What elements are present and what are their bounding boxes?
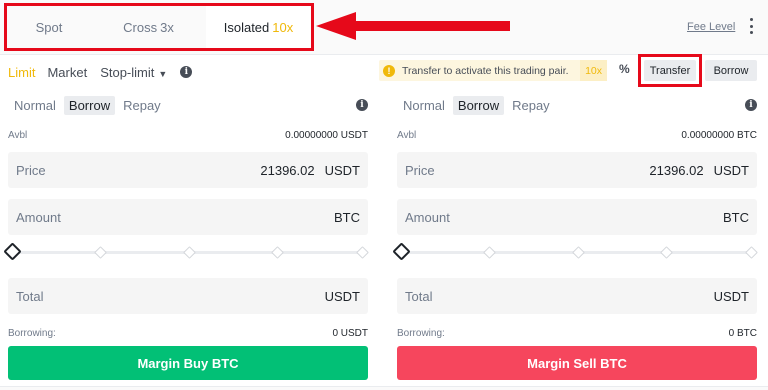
info-icon[interactable]: i: [180, 66, 193, 78]
sell-avbl-value: 0.00000000 BTC: [681, 130, 757, 141]
fee-level-link[interactable]: Fee Level: [687, 21, 735, 33]
sell-mode-borrow[interactable]: Borrow: [452, 95, 505, 115]
sell-mode-selector: Normal Borrow Repay i: [397, 94, 757, 116]
sell-amount-field[interactable]: Amount BTC: [397, 199, 757, 235]
sell-slider-tick-100[interactable]: [745, 246, 758, 259]
sell-borrowing: Borrowing: 0 BTC: [397, 328, 757, 340]
buy-avbl-value: 0.00000000 USDT: [285, 130, 368, 141]
buy-slider-handle[interactable]: [3, 242, 22, 261]
sell-panel: Normal Borrow Repay i Avbl 0.00000000 BT…: [392, 94, 758, 380]
buy-slider-tick-50[interactable]: [183, 246, 196, 259]
sell-price-label: Price: [405, 162, 435, 178]
margin-mode-bar: Spot Cross 3x Isolated 10x Fee Level: [0, 0, 768, 55]
buy-borrowing: Borrowing: 0 USDT: [8, 328, 368, 340]
buy-mode-repay[interactable]: Repay: [123, 98, 161, 113]
sell-mode-repay[interactable]: Repay: [512, 98, 550, 113]
sell-available: Avbl 0.00000000 BTC: [397, 130, 757, 142]
sell-borrowing-label: Borrowing:: [397, 328, 445, 339]
caret-down-icon: ▼: [158, 68, 168, 79]
buy-price-label: Price: [16, 162, 46, 178]
buy-mode-normal[interactable]: Normal: [14, 98, 56, 113]
buy-amount-field[interactable]: Amount BTC: [8, 199, 368, 235]
borrow-button[interactable]: Borrow: [705, 60, 757, 81]
buy-info-icon[interactable]: i: [356, 99, 368, 111]
transfer-button[interactable]: Transfer: [644, 60, 696, 81]
order-type-selector: Limit Market Stop-limit ▼ i: [8, 64, 193, 80]
margin-buy-button[interactable]: Margin Buy BTC: [8, 346, 368, 380]
sell-mode-normal[interactable]: Normal: [403, 98, 445, 113]
tab-cross-label: Cross: [123, 19, 158, 35]
order-type-limit[interactable]: Limit: [8, 65, 35, 80]
tab-cross-leverage: 3x: [160, 19, 174, 35]
notice-text: Transfer to activate this trading pair.: [402, 64, 569, 77]
warning-icon: !: [383, 64, 395, 77]
buy-price-field[interactable]: Price 21396.02 USDT: [8, 152, 368, 188]
tab-spot[interactable]: Spot: [7, 6, 91, 48]
order-type-market[interactable]: Market: [47, 65, 87, 80]
sell-amount-label: Amount: [405, 209, 450, 225]
buy-price-value: 21396.02: [260, 162, 315, 178]
buy-total-field[interactable]: Total USDT: [8, 278, 368, 314]
buy-available: Avbl 0.00000000 USDT: [8, 130, 368, 142]
order-type-stop-limit[interactable]: Stop-limit ▼: [100, 65, 167, 80]
buy-amount-label: Amount: [16, 209, 61, 225]
sell-amount-unit: BTC: [723, 209, 749, 225]
sell-slider-handle[interactable]: [392, 242, 411, 261]
stop-limit-label: Stop-limit: [100, 64, 155, 80]
bottom-divider: [0, 386, 768, 390]
more-options-icon[interactable]: [748, 18, 754, 34]
sell-price-unit: USDT: [713, 162, 749, 178]
tab-isolated-leverage: 10x: [272, 19, 294, 35]
percent-icon[interactable]: %: [619, 62, 630, 76]
sell-percent-slider[interactable]: [392, 242, 758, 262]
sell-slider-tick-75[interactable]: [660, 246, 673, 259]
notice-leverage: 10x: [580, 60, 607, 81]
buy-borrowing-label: Borrowing:: [8, 328, 56, 339]
buy-percent-slider[interactable]: [3, 242, 369, 262]
buy-total-unit: USDT: [324, 288, 360, 304]
buy-mode-borrow[interactable]: Borrow: [63, 95, 116, 115]
sell-price-value: 21396.02: [649, 162, 704, 178]
buy-slider-tick-100[interactable]: [356, 246, 369, 259]
buy-price-unit: USDT: [324, 162, 360, 178]
buy-mode-selector: Normal Borrow Repay i: [8, 94, 368, 116]
margin-sell-button[interactable]: Margin Sell BTC: [397, 346, 757, 380]
sell-info-icon[interactable]: i: [745, 99, 757, 111]
sell-total-unit: USDT: [713, 288, 749, 304]
buy-borrowing-value: 0 USDT: [332, 328, 368, 339]
sell-avbl-label: Avbl: [397, 130, 417, 141]
activation-notice: ! Transfer to activate this trading pair…: [379, 60, 607, 81]
buy-avbl-label: Avbl: [8, 130, 28, 141]
tab-spot-label: Spot: [35, 19, 63, 35]
buy-slider-tick-25[interactable]: [94, 246, 107, 259]
buy-amount-unit: BTC: [334, 209, 360, 225]
tab-isolated-label: Isolated: [223, 19, 270, 35]
margin-mode-tabs: Spot Cross 3x Isolated 10x: [4, 3, 314, 51]
sell-slider-tick-25[interactable]: [483, 246, 496, 259]
buy-panel: Normal Borrow Repay i Avbl 0.00000000 US…: [3, 94, 369, 380]
buy-total-label: Total: [16, 288, 44, 304]
sell-slider-tick-50[interactable]: [572, 246, 585, 259]
sell-total-label: Total: [405, 288, 433, 304]
red-arrow-annotation: [316, 12, 510, 40]
tab-cross[interactable]: Cross 3x: [91, 6, 206, 48]
tab-isolated[interactable]: Isolated 10x: [206, 6, 311, 48]
sell-borrowing-value: 0 BTC: [728, 328, 757, 339]
transfer-highlight: Transfer: [638, 54, 702, 87]
sell-price-field[interactable]: Price 21396.02 USDT: [397, 152, 757, 188]
sell-total-field[interactable]: Total USDT: [397, 278, 757, 314]
buy-slider-tick-75[interactable]: [271, 246, 284, 259]
